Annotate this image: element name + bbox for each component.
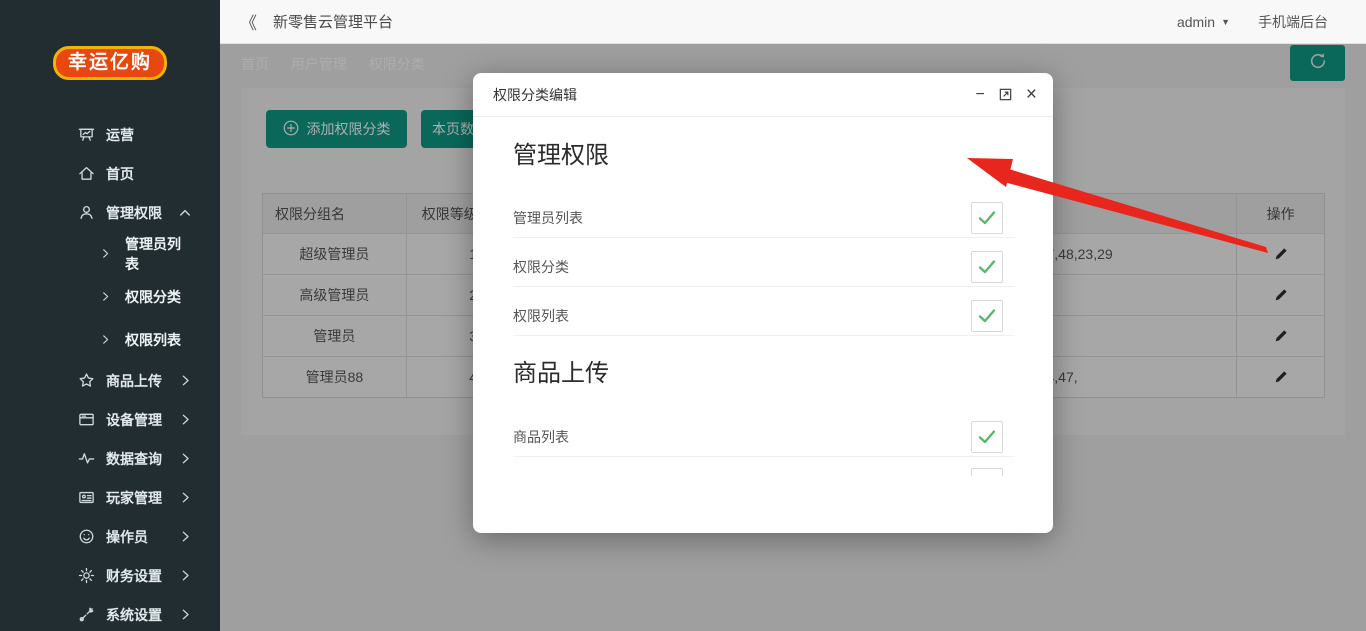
sidebar-item-product-upload[interactable]: 商品上传	[0, 361, 220, 400]
logo-text: 幸运亿购	[53, 46, 167, 80]
chevron-right-icon	[100, 248, 111, 259]
sidebar-item-label: 管理权限	[106, 203, 162, 223]
window-icon	[78, 411, 95, 428]
maximize-icon[interactable]	[998, 87, 1013, 102]
chevron-right-icon	[179, 413, 192, 426]
sidebar-item-label: 运营	[106, 125, 134, 145]
permission-label: 权限分类	[513, 257, 569, 277]
sidebar-item-label: 财务设置	[106, 566, 162, 586]
section-heading-product-upload: 商品上传	[513, 353, 609, 388]
checkbox-checked[interactable]	[971, 202, 1003, 234]
caret-down-icon: ▼	[1221, 17, 1230, 27]
checkbox-checked[interactable]	[971, 251, 1003, 283]
permission-label: 权限列表	[513, 306, 569, 326]
checkbox-checked[interactable]	[971, 300, 1003, 332]
chevron-right-icon	[179, 530, 192, 543]
checkbox-checked[interactable]	[971, 421, 1003, 453]
sidebar-item-label: 操作员	[106, 527, 148, 547]
modal-header: 权限分类编辑 − ×	[473, 73, 1053, 117]
sidebar-item-label: 系统设置	[106, 605, 162, 625]
chevron-right-icon	[179, 491, 192, 504]
chevron-up-icon	[178, 206, 192, 220]
permission-row: 商品列表	[513, 418, 1015, 457]
presentation-board-icon	[78, 126, 95, 143]
sidebar-item-operations[interactable]: 运营	[0, 115, 220, 154]
sidebar-subitem-label: 权限分类	[125, 287, 181, 307]
app-title: 新零售云管理平台	[273, 11, 393, 32]
sidebar-menu: 运营 首页 管理权限 管理员列表 权限分类 权限列表 商品上传	[0, 115, 220, 631]
tools-icon	[78, 606, 95, 623]
mobile-backend-link[interactable]: 手机端后台	[1258, 12, 1328, 32]
sidebar-subitem-label: 管理员列表	[125, 234, 192, 274]
permission-row: 管理员列表	[513, 199, 1015, 238]
chevron-right-icon	[179, 374, 192, 387]
top-bar: 《 新零售云管理平台 admin ▼ 手机端后台	[220, 0, 1366, 44]
permission-label: 管理员列表	[513, 208, 583, 228]
logo: 幸运亿购	[0, 46, 220, 80]
user-icon	[78, 204, 95, 221]
sidebar-item-label: 数据查询	[106, 449, 162, 469]
sidebar-item-label: 首页	[106, 164, 134, 184]
gear-icon	[78, 567, 95, 584]
permission-label: 商品列表	[513, 427, 569, 447]
section-heading-admin-perms: 管理权限	[513, 135, 609, 170]
permission-row: 权限列表	[513, 297, 1015, 336]
permission-edit-modal: 权限分类编辑 − × 管理权限 管理员列表 权限分类 权限列表 商品上传 商品列…	[473, 73, 1053, 533]
sidebar-item-label: 商品上传	[106, 371, 162, 391]
chevron-right-icon	[100, 291, 111, 302]
chevron-right-icon	[179, 452, 192, 465]
sidebar-item-operator[interactable]: 操作员	[0, 517, 220, 556]
sidebar-subitem-admin-list[interactable]: 管理员列表	[0, 232, 220, 275]
smiley-icon	[78, 528, 95, 545]
sidebar-item-label: 设备管理	[106, 410, 162, 430]
chevron-right-icon	[100, 334, 111, 345]
sidebar-item-player-mgmt[interactable]: 玩家管理	[0, 478, 220, 517]
chevron-right-icon	[179, 608, 192, 621]
sidebar-item-label: 玩家管理	[106, 488, 162, 508]
checkbox-partial[interactable]	[971, 468, 1003, 476]
sidebar-collapse-icon[interactable]: 《	[240, 9, 257, 34]
modal-title: 权限分类编辑	[493, 85, 577, 105]
user-menu[interactable]: admin ▼	[1177, 14, 1230, 30]
minimize-icon[interactable]: −	[976, 87, 985, 103]
sidebar-item-finance-settings[interactable]: 财务设置	[0, 556, 220, 595]
sidebar-subitem-perm-list[interactable]: 权限列表	[0, 318, 220, 361]
sidebar-item-home[interactable]: 首页	[0, 154, 220, 193]
sidebar-subitem-label: 权限列表	[125, 330, 181, 350]
sidebar-item-device-mgmt[interactable]: 设备管理	[0, 400, 220, 439]
sidebar: 幸运亿购 运营 首页 管理权限 管理员列表 权限分类 权限列表	[0, 0, 220, 631]
pulse-icon	[78, 450, 95, 467]
sidebar-item-system-settings[interactable]: 系统设置	[0, 595, 220, 631]
sidebar-item-data-query[interactable]: 数据查询	[0, 439, 220, 478]
sidebar-item-admin-perms[interactable]: 管理权限	[0, 193, 220, 232]
close-icon[interactable]: ×	[1026, 87, 1037, 103]
permission-row: 权限分类	[513, 248, 1015, 287]
sidebar-subitem-perm-category[interactable]: 权限分类	[0, 275, 220, 318]
username: admin	[1177, 14, 1215, 30]
id-card-icon	[78, 489, 95, 506]
chevron-right-icon	[179, 569, 192, 582]
home-icon	[78, 165, 95, 182]
star-icon	[78, 372, 95, 389]
